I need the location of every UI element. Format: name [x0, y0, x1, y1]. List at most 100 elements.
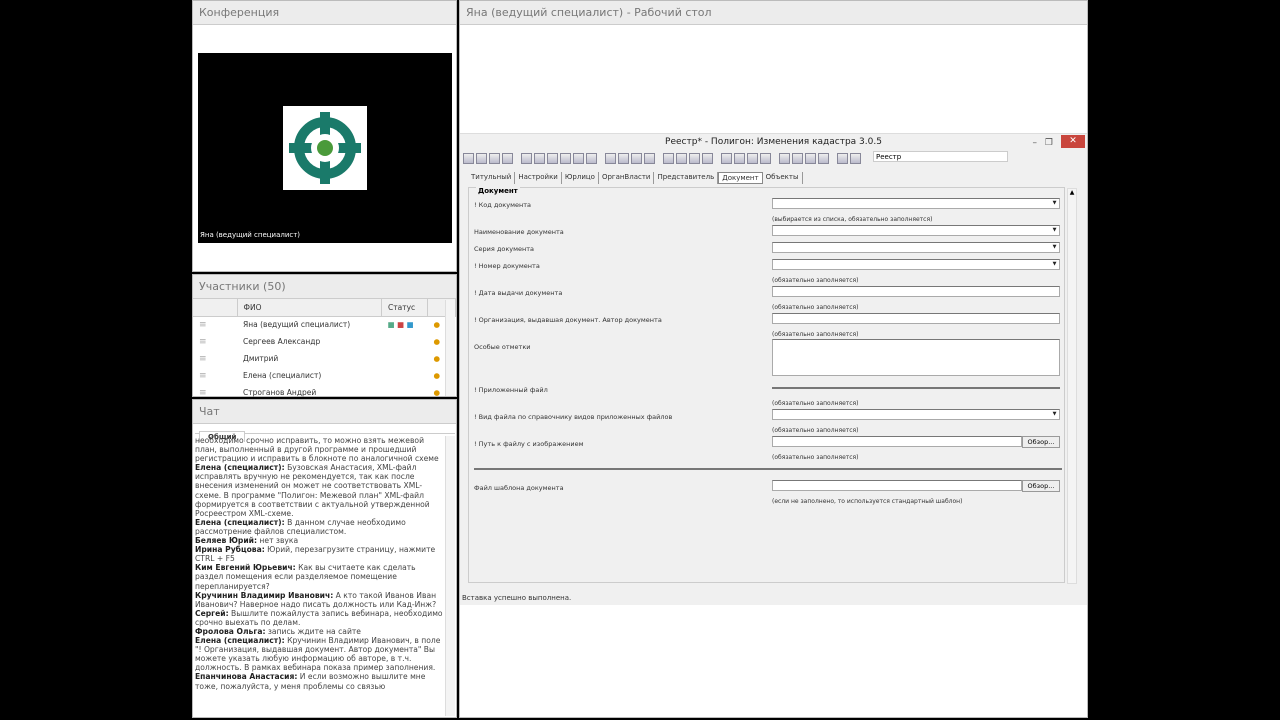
- minimize-button[interactable]: –: [1033, 135, 1038, 151]
- toolbar-button-icon[interactable]: [586, 152, 597, 164]
- toolbar-button-icon[interactable]: [573, 152, 584, 164]
- toolbar-button-icon[interactable]: [663, 152, 674, 164]
- tab-item[interactable]: Документ: [718, 172, 763, 184]
- toolbar-button-icon[interactable]: [644, 152, 655, 164]
- field-hint: (обязательно заполняется): [772, 427, 859, 434]
- toolbar-button-icon[interactable]: [547, 152, 558, 164]
- group-title: Документ: [476, 187, 520, 195]
- participants-table: ФИО Статус ≡ Яна (ведущий специалист) ■ ■ ■…: [193, 299, 456, 401]
- menu-icon[interactable]: ≡: [193, 333, 237, 350]
- browse-button[interactable]: Обзор...: [1022, 436, 1060, 448]
- tab-item[interactable]: Титульный: [468, 172, 516, 184]
- toolbar-button-icon[interactable]: [805, 152, 816, 164]
- field-textarea[interactable]: [772, 339, 1060, 376]
- participant-row[interactable]: ≡ Сергеев Александр ●: [193, 333, 456, 350]
- toolbar-button-icon[interactable]: [463, 152, 474, 164]
- status-bar: Вставка успешно выполнена.: [462, 594, 572, 602]
- tab-item[interactable]: Объекты: [763, 172, 803, 184]
- chevron-down-icon[interactable]: ▼: [1050, 243, 1059, 252]
- field-combo[interactable]: ▼: [772, 409, 1060, 420]
- message-author: Елена (специалист):: [195, 636, 285, 646]
- app-title: Реестр* - Полигон: Изменения кадастра 3.…: [665, 137, 882, 147]
- message-author: Кручинин Владимир Иванович:: [195, 590, 334, 600]
- browse-button[interactable]: Обзор...: [1022, 480, 1060, 492]
- tab-item[interactable]: ОрганВласти: [599, 172, 655, 184]
- toolbar-button-icon[interactable]: [734, 152, 745, 164]
- toolbar-button-icon[interactable]: [605, 152, 616, 164]
- field-combo[interactable]: ▼: [772, 259, 1060, 270]
- field-label: ! Вид файла по справочнику видов приложе…: [474, 413, 673, 421]
- toolbar-button-icon[interactable]: [721, 152, 732, 164]
- toolbar-button-icon[interactable]: [702, 152, 713, 164]
- participant-row[interactable]: ≡ Яна (ведущий специалист) ■ ■ ■ ●: [193, 316, 456, 333]
- participant-name: Яна (ведущий специалист): [243, 320, 351, 330]
- field-hint: (обязательно заполняется): [772, 304, 859, 311]
- toolbar-button-icon[interactable]: [792, 152, 803, 164]
- field-combo[interactable]: ▼: [772, 225, 1060, 236]
- field-input[interactable]: [772, 286, 1060, 297]
- status-icons: [382, 333, 428, 350]
- document-group: Документ ! Код документа ▼ (выбирается из …: [468, 187, 1065, 583]
- menu-icon[interactable]: ≡: [193, 316, 237, 333]
- chat-message: необходимо срочно исправить, то можно вз…: [195, 436, 445, 463]
- path-input[interactable]: [772, 436, 1022, 447]
- form-scrollbar[interactable]: ▲: [1067, 188, 1077, 584]
- toolbar-button-icon[interactable]: [618, 152, 629, 164]
- message-author: Епанчинова Анастасия:: [195, 672, 298, 682]
- toolbar-button-icon[interactable]: [534, 152, 545, 164]
- chevron-down-icon[interactable]: ▼: [1050, 199, 1059, 208]
- toolbar-button-icon[interactable]: [476, 152, 487, 164]
- maximize-button[interactable]: ❐: [1045, 135, 1053, 151]
- close-button[interactable]: ✕: [1061, 135, 1085, 148]
- message-text: необходимо срочно исправить, то можно вз…: [195, 436, 439, 464]
- tab-bar: Титульный Настройки Юрлицо ОрганВласти Предс…: [468, 172, 803, 184]
- tab-item[interactable]: Юрлицо: [562, 172, 599, 184]
- message-author: Елена (специалист):: [195, 517, 285, 527]
- logo-icon: [283, 106, 367, 190]
- desktop-panel: Яна (ведущий специалист) - Рабочий стол …: [459, 0, 1088, 718]
- path-input[interactable]: [772, 480, 1022, 491]
- field-label: Файл шаблона документа: [474, 484, 564, 492]
- tab-item[interactable]: Настройки: [515, 172, 562, 184]
- divider: [474, 468, 1062, 470]
- participant-row[interactable]: ≡ Елена (специалист) ●: [193, 367, 456, 384]
- menu-icon[interactable]: ≡: [193, 350, 237, 367]
- tab-item[interactable]: Представитель: [654, 172, 719, 184]
- participant-name: Сергеев Александр: [243, 337, 321, 346]
- toolbar-button-icon[interactable]: [689, 152, 700, 164]
- toolbar-button-icon[interactable]: [760, 152, 771, 164]
- toolbar-button-icon[interactable]: [850, 152, 861, 164]
- field-hint: (если не заполнено, то используется стан…: [772, 498, 963, 505]
- search-input[interactable]: Реестр: [873, 151, 1008, 162]
- toolbar-button-icon[interactable]: [560, 152, 571, 164]
- toolbar-button-icon[interactable]: [489, 152, 500, 164]
- field-hint: (выбирается из списка, обязательно запол…: [772, 216, 933, 223]
- col-name: ФИО: [237, 299, 382, 317]
- field-combo[interactable]: ▼: [772, 242, 1060, 253]
- field-label: ! Организация, выдавшая документ. Автор …: [474, 316, 662, 324]
- toolbar-button-icon[interactable]: [747, 152, 758, 164]
- chat-scrollbar[interactable]: [445, 436, 455, 716]
- toolbar-button-icon[interactable]: [631, 152, 642, 164]
- participant-name: Дмитрий: [243, 354, 279, 363]
- chevron-down-icon[interactable]: ▼: [1050, 410, 1059, 419]
- message-text: Вышлите пожайлуста запись вебинара, необ…: [195, 608, 443, 627]
- video-feed: Яна (ведущий специалист): [198, 53, 452, 243]
- file-field[interactable]: [772, 387, 1060, 389]
- toolbar-button-icon[interactable]: [521, 152, 532, 164]
- participant-row[interactable]: ≡ Дмитрий ●: [193, 350, 456, 367]
- chevron-down-icon[interactable]: ▼: [1050, 226, 1059, 235]
- status-icons: ■ ■ ■: [387, 320, 414, 330]
- participants-scrollbar[interactable]: [445, 300, 455, 396]
- field-combo[interactable]: ▼: [772, 198, 1060, 209]
- field-input[interactable]: [772, 313, 1060, 324]
- chevron-down-icon[interactable]: ▼: [1050, 260, 1059, 269]
- menu-icon[interactable]: ≡: [193, 367, 237, 384]
- toolbar-button-icon[interactable]: [676, 152, 687, 164]
- toolbar-button-icon[interactable]: [779, 152, 790, 164]
- toolbar-button-icon[interactable]: [818, 152, 829, 164]
- toolbar-button-icon[interactable]: [502, 152, 513, 164]
- field-hint: (обязательно заполняется): [772, 400, 859, 407]
- col-status: Статус: [381, 299, 428, 317]
- toolbar-button-icon[interactable]: [837, 152, 848, 164]
